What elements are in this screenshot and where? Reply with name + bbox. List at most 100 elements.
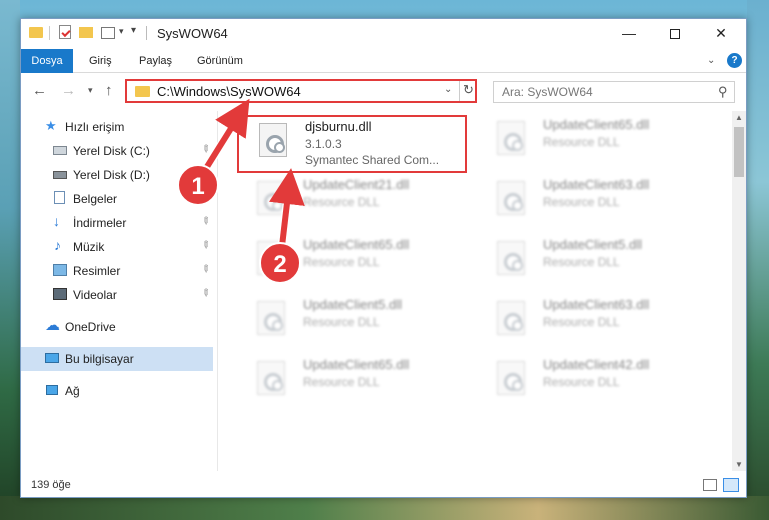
- customize-toolbar-icon[interactable]: ▾: [131, 25, 136, 36]
- address-divider: [459, 81, 460, 101]
- dll-file-icon: [497, 181, 525, 215]
- file-explorer-window: ▾ ▾ SysWOW64 — ✕ Dosya Giriş Paylaş Görü…: [20, 18, 747, 498]
- file-item-highlighted[interactable]: djsburnu.dll 3.1.0.3 Symantec Shared Com…: [237, 115, 467, 173]
- vertical-scrollbar[interactable]: ▲ ▼: [732, 111, 746, 471]
- pin-icon[interactable]: ✎: [198, 287, 212, 301]
- file-item[interactable]: UpdateClient65.dll Resource DLL: [477, 115, 707, 173]
- file-item[interactable]: UpdateClient65.dll Resource DLL: [237, 355, 467, 413]
- title-bar: ▾ ▾ SysWOW64 — ✕: [21, 19, 746, 49]
- folder-icon: [29, 27, 43, 38]
- sidebar-item-this-pc[interactable]: Bu bilgisayar: [21, 347, 213, 371]
- pin-icon[interactable]: ✎: [198, 143, 212, 157]
- dll-file-icon: [257, 301, 285, 335]
- new-folder-icon[interactable]: [79, 27, 93, 38]
- file-list: djsburnu.dll 3.1.0.3 Symantec Shared Com…: [221, 111, 731, 471]
- forward-button[interactable]: →: [61, 82, 76, 99]
- quick-access-divider: [49, 26, 50, 40]
- file-description: Symantec Shared Com...: [305, 153, 440, 167]
- computer-icon: [45, 353, 59, 363]
- navigation-pane: ★ Hızlı erişim Yerel Disk (C:) ✎ Yerel D…: [21, 111, 217, 471]
- file-name: UpdateClient5.dll: [303, 297, 403, 312]
- scrollbar-thumb[interactable]: [734, 127, 744, 177]
- large-icons-view-icon[interactable]: [723, 478, 739, 492]
- cloud-icon: ☁: [45, 317, 60, 334]
- up-button[interactable]: ↑: [105, 82, 113, 99]
- file-item[interactable]: UpdateClient42.dll Resource DLL: [477, 355, 707, 413]
- tab-share[interactable]: Paylaş: [131, 49, 180, 73]
- desktop-background-bottom: [0, 496, 769, 520]
- tab-view[interactable]: Görünüm: [189, 49, 251, 73]
- recent-locations-icon[interactable]: ▾: [88, 85, 93, 96]
- file-item[interactable]: UpdateClient5.dll Resource DLL: [237, 295, 467, 353]
- sidebar-item-label: Videolar: [73, 288, 117, 302]
- sidebar-item-label: Yerel Disk (D:): [73, 168, 150, 182]
- search-box[interactable]: Ara: SysWOW64 ⚲: [493, 81, 735, 103]
- file-name: UpdateClient65.dll: [303, 357, 410, 372]
- scroll-up-icon[interactable]: ▲: [735, 113, 743, 122]
- status-bar: 139 öğe: [21, 473, 746, 497]
- file-version: 3.1.0.3: [305, 137, 342, 151]
- sidebar-item-music[interactable]: ♪ Müzik ✎: [21, 235, 213, 259]
- sidebar-item-label: Hızlı erişim: [65, 120, 125, 134]
- file-description: Resource DLL: [543, 195, 620, 209]
- sidebar-item-pictures[interactable]: Resimler ✎: [21, 259, 213, 283]
- pin-icon[interactable]: ✎: [198, 263, 212, 277]
- maximize-button[interactable]: [652, 19, 698, 49]
- sidebar-item-videos[interactable]: Videolar ✎: [21, 283, 213, 307]
- sidebar-item-label: Müzik: [73, 240, 105, 254]
- address-bar[interactable]: C:\Windows\SysWOW64 ⌄ ↻: [125, 79, 477, 103]
- sidebar-item-local-disk-c[interactable]: Yerel Disk (C:) ✎: [21, 139, 213, 163]
- folder-icon: [135, 86, 150, 97]
- file-item[interactable]: UpdateClient63.dll Resource DLL: [477, 295, 707, 353]
- view-icon[interactable]: [101, 27, 115, 39]
- sidebar-item-quick-access[interactable]: ★ Hızlı erişim: [21, 115, 213, 139]
- properties-icon[interactable]: [59, 25, 71, 39]
- sidebar-item-downloads[interactable]: ↓ İndirmeler ✎: [21, 211, 213, 235]
- scroll-down-icon[interactable]: ▼: [735, 460, 743, 469]
- file-name: djsburnu.dll: [305, 119, 372, 134]
- expand-ribbon-icon[interactable]: ⌄: [707, 55, 715, 66]
- minimize-button[interactable]: —: [606, 19, 652, 49]
- file-description: Resource DLL: [543, 135, 620, 149]
- sidebar-item-label: Bu bilgisayar: [65, 352, 134, 366]
- sidebar-item-label: İndirmeler: [73, 216, 127, 230]
- star-icon: ★: [45, 118, 57, 133]
- file-description: Resource DLL: [303, 375, 380, 389]
- file-item[interactable]: UpdateClient21.dll Resource DLL: [237, 175, 467, 233]
- file-description: Resource DLL: [543, 315, 620, 329]
- desktop-background-right: [747, 0, 769, 520]
- file-item[interactable]: UpdateClient5.dll Resource DLL: [477, 235, 707, 293]
- pictures-icon: [53, 264, 67, 276]
- search-input[interactable]: Ara: SysWOW64: [502, 85, 593, 99]
- maximize-icon: [670, 29, 680, 40]
- details-view-icon[interactable]: [703, 479, 717, 491]
- refresh-icon[interactable]: ↻: [463, 82, 474, 98]
- address-path[interactable]: C:\Windows\SysWOW64: [157, 84, 301, 99]
- tab-home[interactable]: Giriş: [81, 49, 120, 73]
- window-title: SysWOW64: [157, 26, 228, 41]
- pin-icon[interactable]: ✎: [198, 239, 212, 253]
- dll-file-icon: [257, 181, 285, 215]
- desktop-background-left: [0, 0, 20, 520]
- dll-file-icon: [259, 123, 287, 157]
- item-count: 139 öğe: [31, 479, 71, 491]
- view-dropdown-icon[interactable]: ▾: [119, 26, 124, 37]
- address-dropdown-icon[interactable]: ⌄: [444, 84, 452, 95]
- sidebar-item-network[interactable]: Ağ: [21, 379, 213, 403]
- pin-icon[interactable]: ✎: [198, 215, 212, 229]
- back-button[interactable]: ←: [32, 82, 47, 99]
- tab-file[interactable]: Dosya: [21, 49, 73, 73]
- file-item[interactable]: UpdateClient63.dll Resource DLL: [477, 175, 707, 233]
- help-icon[interactable]: ?: [727, 53, 742, 68]
- close-button[interactable]: ✕: [698, 19, 744, 49]
- network-icon: [46, 385, 58, 395]
- sidebar-item-label: Yerel Disk (C:): [73, 144, 150, 158]
- video-icon: [53, 288, 67, 300]
- navigation-bar: ← → ▾ ↑ C:\Windows\SysWOW64 ⌄ ↻ Ara: Sys…: [21, 74, 746, 110]
- music-icon: ♪: [54, 237, 61, 253]
- sidebar-item-onedrive[interactable]: ☁ OneDrive: [21, 315, 213, 339]
- search-icon[interactable]: ⚲: [718, 84, 728, 100]
- file-description: Resource DLL: [543, 375, 620, 389]
- pane-divider[interactable]: [217, 111, 218, 471]
- file-name: UpdateClient63.dll: [543, 177, 650, 192]
